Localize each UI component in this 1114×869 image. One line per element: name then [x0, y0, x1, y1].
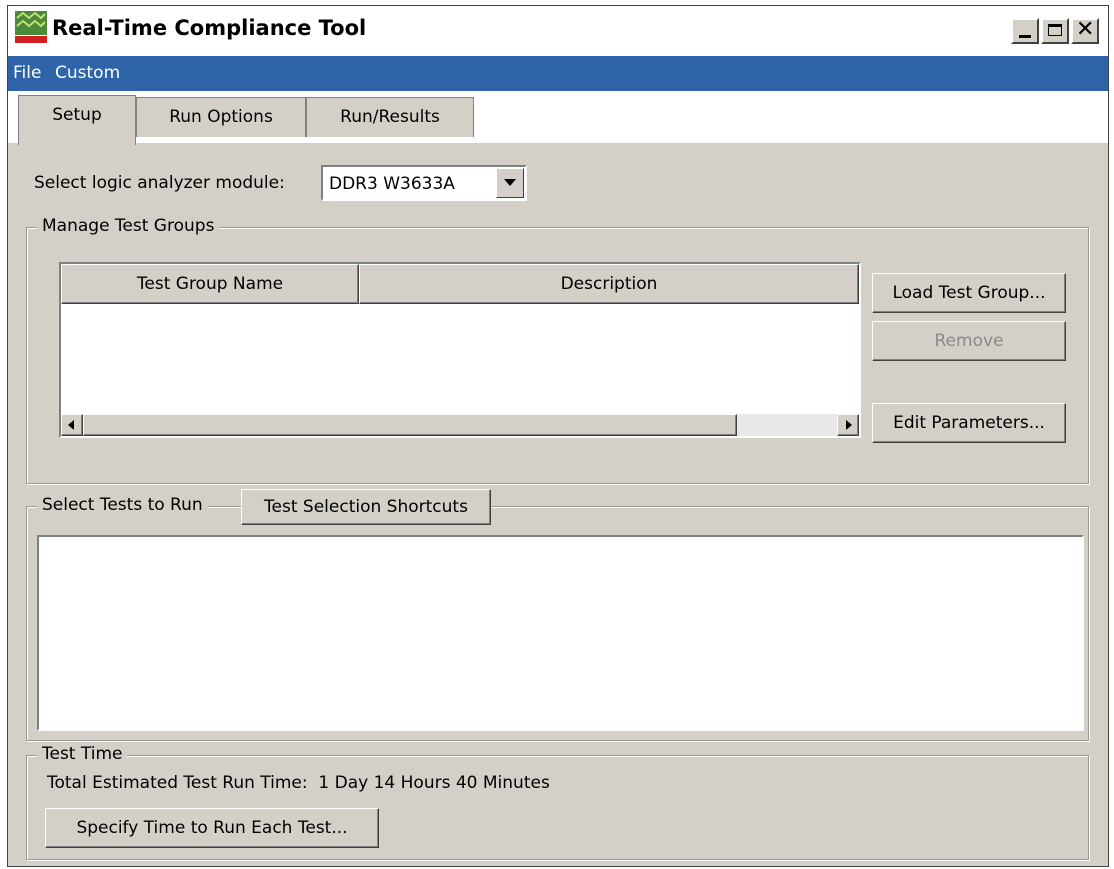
setup-panel: Select logic analyzer module: DDR3 W3633… — [8, 143, 1108, 866]
menu-file[interactable]: File — [13, 63, 41, 83]
tab-setup[interactable]: Setup — [18, 95, 136, 145]
column-header-test-group-name[interactable]: Test Group Name — [61, 264, 359, 304]
select-tests-box: Select Tests to Run Test Selection Short… — [26, 489, 1089, 741]
arrow-right-icon — [846, 420, 852, 430]
select-tests-title: Select Tests to Run — [37, 495, 208, 515]
table-body — [61, 304, 859, 414]
minimize-button[interactable] — [1011, 18, 1039, 44]
scroll-left-button[interactable] — [61, 414, 83, 436]
maximize-button[interactable] — [1041, 18, 1069, 44]
menu-bar: File Custom — [8, 56, 1108, 91]
tests-list[interactable] — [37, 535, 1084, 731]
column-header-description[interactable]: Description — [359, 264, 859, 304]
tab-run-results[interactable]: Run/Results — [306, 97, 474, 137]
edit-parameters-button[interactable]: Edit Parameters... — [872, 403, 1066, 443]
test-selection-shortcuts-button[interactable]: Test Selection Shortcuts — [241, 489, 491, 525]
table-header: Test Group Name Description — [61, 264, 859, 304]
app-window: Real-Time Compliance Tool ✕ File Custom … — [7, 5, 1109, 867]
scroll-thumb[interactable] — [83, 414, 737, 436]
arrow-left-icon — [68, 420, 74, 430]
menu-custom[interactable]: Custom — [55, 63, 120, 83]
module-dropdown-button[interactable] — [496, 168, 524, 198]
horizontal-scrollbar[interactable] — [61, 414, 859, 436]
test-group-table: Test Group Name Description — [59, 262, 861, 438]
remove-button[interactable]: Remove — [872, 321, 1066, 361]
maximize-icon — [1048, 24, 1062, 36]
chevron-down-icon — [504, 179, 516, 186]
close-button[interactable]: ✕ — [1071, 17, 1099, 44]
test-time-title: Test Time — [37, 744, 128, 764]
tab-run-options[interactable]: Run Options — [136, 97, 306, 137]
module-select-label: Select logic analyzer module: — [34, 173, 285, 193]
load-test-group-button[interactable]: Load Test Group... — [872, 273, 1066, 313]
module-select-value: DDR3 W3633A — [329, 174, 455, 194]
test-time-box: Test Time Total Estimated Test Run Time:… — [26, 744, 1089, 860]
minimize-icon — [1019, 35, 1031, 38]
module-select[interactable]: DDR3 W3633A — [321, 165, 527, 201]
window-title: Real-Time Compliance Tool — [52, 16, 367, 40]
scroll-right-button[interactable] — [837, 414, 859, 436]
title-bar[interactable]: Real-Time Compliance Tool ✕ — [8, 6, 1108, 56]
manage-test-groups-box: Manage Test Groups Test Group Name Descr… — [26, 216, 1089, 484]
tab-strip: Setup Run Options Run/Results — [8, 91, 1108, 145]
manage-test-groups-title: Manage Test Groups — [37, 216, 220, 236]
close-icon: ✕ — [1076, 17, 1095, 42]
estimated-run-time-text: Total Estimated Test Run Time: 1 Day 14 … — [47, 773, 550, 793]
specify-time-button[interactable]: Specify Time to Run Each Test... — [45, 808, 379, 848]
app-logo-icon — [14, 10, 48, 44]
